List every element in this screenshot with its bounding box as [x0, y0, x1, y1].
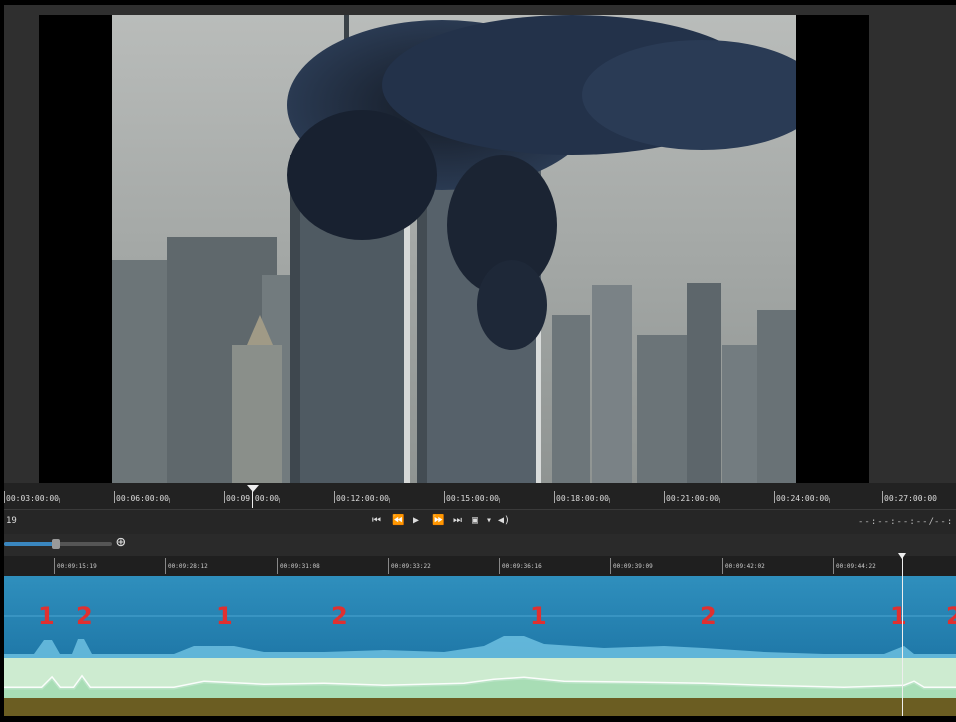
ruler-minor-tick: [719, 498, 720, 503]
ruler-timecode: 00:09:42:02: [725, 563, 765, 570]
top-timeline-ruler[interactable]: 00:03:00:00 00:06:00:00 00:09:00:00 00:1…: [4, 483, 956, 510]
ruler-timecode: 00:09:31:08: [280, 563, 320, 570]
ruler-timecode: 00:09:39:09: [613, 563, 653, 570]
ruler-tick: [334, 491, 335, 503]
video-image: [112, 15, 796, 483]
ruler-tick: [224, 491, 225, 503]
video-viewer[interactable]: [4, 5, 956, 483]
ruler-tick: [664, 491, 665, 503]
ruler-timecode: 00:09:33:22: [391, 563, 431, 570]
playhead-handle-bottom[interactable]: [898, 553, 906, 559]
waveform-graphic-secondary: [4, 674, 956, 698]
ruler-timecode: 00:09:28:12: [168, 563, 208, 570]
ruler-tick: [499, 558, 500, 574]
ruler-minor-tick: [59, 498, 60, 503]
ruler-timecode: 00:24:00:00: [776, 494, 829, 503]
video-track[interactable]: [4, 698, 956, 716]
zoom-slider-fill: [4, 542, 56, 546]
bottom-border: [0, 716, 956, 722]
segment-label: 1: [530, 602, 547, 630]
ruler-timecode: 00:09:15:19: [57, 563, 97, 570]
ruler-timecode: 00:12:00:00: [336, 494, 389, 503]
ruler-minor-tick: [609, 498, 610, 503]
playhead-handle-top[interactable]: [247, 485, 259, 492]
ruler-timecode: 00:03:00:00: [6, 494, 59, 503]
ruler-timecode: 00:09:44:22: [836, 563, 876, 570]
ruler-minor-tick: [169, 498, 170, 503]
zoom-in-icon[interactable]: ⊕: [116, 532, 126, 551]
ruler-timecode: 00:27:00:00: [884, 494, 937, 503]
ruler-tick: [277, 558, 278, 574]
ruler-tick: [165, 558, 166, 574]
ruler-minor-tick: [279, 498, 280, 503]
segment-label: 2: [946, 602, 956, 630]
bottom-timeline-ruler[interactable]: 00:09:15:19 00:09:28:12 00:09:31:08 00:0…: [4, 556, 956, 576]
letterbox: [39, 15, 869, 483]
audio-track-secondary[interactable]: [4, 658, 956, 698]
segment-label: 2: [331, 602, 348, 630]
ruler-tick: [54, 558, 55, 574]
ruler-tick: [882, 491, 883, 503]
play-button[interactable]: ▶: [413, 515, 419, 526]
ruler-tick: [444, 491, 445, 503]
ruler-timecode: 00:21:00:00: [666, 494, 719, 503]
volume-icon[interactable]: ◀): [498, 515, 510, 526]
segment-label: 1: [890, 602, 907, 630]
ruler-tick: [722, 558, 723, 574]
ruler-minor-tick: [829, 498, 830, 503]
segment-label: 2: [700, 602, 717, 630]
ruler-tick: [833, 558, 834, 574]
zoom-slider[interactable]: [4, 539, 112, 549]
loop-dropdown-icon[interactable]: ▾: [486, 515, 492, 526]
fast-forward-button[interactable]: ⏩: [432, 515, 444, 526]
go-to-start-button[interactable]: ⏮: [372, 515, 381, 526]
timecode-display-secondary: --:: [934, 517, 954, 527]
ruler-tick: [610, 558, 611, 574]
zoom-controls: ⊕: [4, 532, 956, 556]
zoom-slider-handle[interactable]: [51, 539, 60, 549]
ruler-tick: [774, 491, 775, 503]
ruler-timecode: 00:09:36:16: [502, 563, 542, 570]
timecode-display: --:--:--:--/: [858, 517, 936, 527]
frame-number: 19: [6, 516, 17, 526]
ruler-minor-tick: [389, 498, 390, 503]
video-frame[interactable]: [112, 15, 796, 483]
ruler-tick: [4, 491, 5, 503]
playhead-line-bottom[interactable]: [902, 556, 903, 716]
ruler-tick: [388, 558, 389, 574]
segment-label: 1: [38, 602, 55, 630]
transport-bar: 19 ⏮ ⏪ ▶ ⏩ ⏭ ▣ ▾ ◀) --:--:--:--/ --:: [4, 510, 956, 534]
ruler-timecode: 00:06:00:00: [116, 494, 169, 503]
ruler-timecode: 00:18:00:00: [556, 494, 609, 503]
ruler-tick: [114, 491, 115, 503]
go-to-end-button[interactable]: ⏭: [453, 515, 462, 526]
rewind-button[interactable]: ⏪: [392, 515, 404, 526]
segment-label: 2: [76, 602, 93, 630]
waveform-graphic: [4, 615, 956, 658]
ruler-minor-tick: [499, 498, 500, 503]
loop-button[interactable]: ▣: [472, 515, 478, 526]
ruler-tick: [554, 491, 555, 503]
segment-label: 1: [216, 602, 233, 630]
ruler-timecode: 00:15:00:00: [446, 494, 499, 503]
audio-track-waveform[interactable]: 1 2 1 2 1 2 1 2: [4, 576, 956, 658]
